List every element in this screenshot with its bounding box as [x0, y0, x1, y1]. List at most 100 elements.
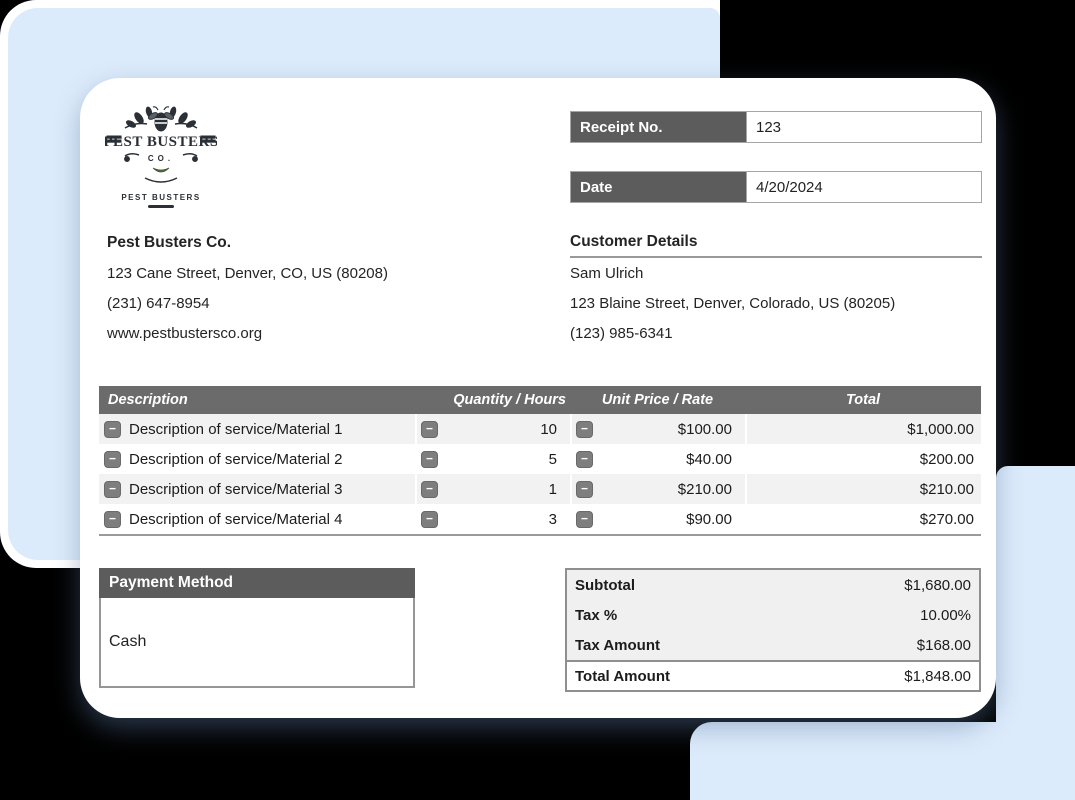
- logo-caption: PEST BUSTERS: [121, 193, 201, 202]
- unit-price-cell[interactable]: − $40.00: [570, 444, 745, 474]
- item-unit-price: $100.00: [677, 420, 732, 438]
- date-label: Date: [571, 172, 746, 202]
- minus-icon: −: [425, 421, 433, 436]
- column-header-description: Description: [108, 392, 188, 408]
- summary-row: Tax % 10.00%: [567, 600, 979, 630]
- table-row: − Description of service/Material 4 − 3 …: [99, 504, 981, 534]
- minus-icon: −: [580, 481, 588, 496]
- quantity-cell[interactable]: − 10: [415, 414, 570, 444]
- minus-icon: −: [580, 421, 588, 436]
- total-cell: $270.00: [745, 504, 981, 534]
- date-input[interactable]: 4/20/2024: [746, 172, 981, 202]
- line-items-body: − Description of service/Material 1 − 10…: [99, 414, 981, 536]
- remove-row-button[interactable]: −: [104, 510, 121, 528]
- description-cell[interactable]: − Description of service/Material 2: [99, 444, 415, 474]
- minus-icon: −: [425, 451, 433, 466]
- description-cell[interactable]: − Description of service/Material 4: [99, 504, 415, 534]
- quantity-cell[interactable]: − 5: [415, 444, 570, 474]
- item-total: $1,000.00: [907, 420, 974, 438]
- remove-price-button[interactable]: −: [576, 450, 593, 468]
- column-header-total: Total: [845, 392, 881, 408]
- summary-table: Subtotal $1,680.00 Tax % 10.00% Tax Amou…: [565, 568, 981, 692]
- description-cell[interactable]: − Description of service/Material 1: [99, 414, 415, 444]
- summary-value: $1,680.00: [904, 576, 971, 594]
- customer-name: Sam Ulrich: [570, 264, 644, 282]
- unit-price-cell[interactable]: − $210.00: [570, 474, 745, 504]
- summary-label: Tax Amount: [575, 636, 660, 654]
- remove-quantity-button[interactable]: −: [421, 510, 438, 528]
- customer-phone: (123) 985-6341: [570, 324, 673, 342]
- summary-label: Subtotal: [575, 576, 635, 594]
- minus-icon: −: [108, 481, 116, 496]
- remove-price-button[interactable]: −: [576, 510, 593, 528]
- logo-caption-rule: [148, 205, 174, 208]
- pest-busters-emblem-icon: PEST BUSTERS CO.: [103, 106, 218, 183]
- receipt-card: PEST BUSTERS CO. PEST BUSTERS Receipt No…: [80, 78, 996, 718]
- quantity-cell[interactable]: − 3: [415, 504, 570, 534]
- total-cell: $200.00: [745, 444, 981, 474]
- summary-label: Tax %: [575, 606, 618, 624]
- customer-address: 123 Blaine Street, Denver, Colorado, US …: [570, 294, 896, 312]
- minus-icon: −: [425, 481, 433, 496]
- company-details: Pest Busters Co. 123 Cane Street, Denver…: [107, 228, 527, 348]
- receipt-number-input[interactable]: 123: [746, 112, 981, 142]
- payment-method-section: Payment Method Cash: [99, 568, 415, 688]
- item-total: $270.00: [919, 510, 974, 528]
- unit-price-cell[interactable]: − $90.00: [570, 504, 745, 534]
- item-description: Description of service/Material 2: [129, 450, 343, 468]
- remove-price-button[interactable]: −: [576, 420, 593, 438]
- item-quantity: 3: [548, 510, 557, 528]
- minus-icon: −: [425, 511, 433, 526]
- item-quantity: 5: [548, 450, 557, 468]
- company-logo: PEST BUSTERS CO. PEST BUSTERS: [103, 106, 218, 208]
- table-row: − Description of service/Material 1 − 10…: [99, 414, 981, 444]
- item-description: Description of service/Material 4: [129, 510, 343, 528]
- minus-icon: −: [108, 451, 116, 466]
- payment-method-heading: Payment Method: [99, 568, 415, 598]
- receipt-number-row: Receipt No. 123: [570, 111, 982, 143]
- minus-icon: −: [108, 511, 116, 526]
- summary-label: Total Amount: [575, 667, 670, 685]
- item-unit-price: $90.00: [686, 510, 732, 528]
- company-name: Pest Busters Co.: [107, 234, 232, 251]
- column-header-unit-price: Unit Price / Rate: [601, 392, 714, 408]
- item-unit-price: $40.00: [686, 450, 732, 468]
- summary-value: 10.00%: [920, 606, 971, 624]
- remove-quantity-button[interactable]: −: [421, 480, 438, 498]
- remove-quantity-button[interactable]: −: [421, 450, 438, 468]
- company-website: www.pestbustersco.org: [107, 324, 263, 342]
- minus-icon: −: [108, 421, 116, 436]
- remove-quantity-button[interactable]: −: [421, 420, 438, 438]
- remove-row-button[interactable]: −: [104, 420, 121, 438]
- summary-row: Tax Amount $168.00: [567, 630, 979, 660]
- remove-row-button[interactable]: −: [104, 450, 121, 468]
- item-total: $210.00: [919, 480, 974, 498]
- table-row: − Description of service/Material 3 − 1 …: [99, 474, 981, 504]
- minus-icon: −: [580, 511, 588, 526]
- quantity-cell[interactable]: − 1: [415, 474, 570, 504]
- svg-text:PEST BUSTERS: PEST BUSTERS: [105, 134, 217, 150]
- summary-row: Subtotal $1,680.00: [567, 570, 979, 600]
- leaf-icon: [152, 167, 170, 173]
- minus-icon: −: [580, 451, 588, 466]
- blue-accent-bottom: [690, 722, 1075, 800]
- description-cell[interactable]: − Description of service/Material 3: [99, 474, 415, 504]
- item-quantity: 10: [540, 420, 557, 438]
- date-row: Date 4/20/2024: [570, 171, 982, 203]
- unit-price-cell[interactable]: − $100.00: [570, 414, 745, 444]
- remove-row-button[interactable]: −: [104, 480, 121, 498]
- item-description: Description of service/Material 3: [129, 480, 343, 498]
- item-total: $200.00: [919, 450, 974, 468]
- total-cell: $1,000.00: [745, 414, 981, 444]
- summary-value: $168.00: [916, 636, 971, 654]
- page-background: PEST BUSTERS CO. PEST BUSTERS Receipt No…: [0, 0, 1075, 800]
- line-items-header: Description Quantity / Hours Unit Price …: [99, 386, 981, 414]
- company-address: 123 Cane Street, Denver, CO, US (80208): [107, 264, 388, 282]
- remove-price-button[interactable]: −: [576, 480, 593, 498]
- receipt-number-label: Receipt No.: [571, 112, 746, 142]
- customer-details: Customer Details Sam Ulrich 123 Blaine S…: [570, 228, 982, 348]
- summary-row: Total Amount $1,848.00: [567, 660, 979, 690]
- item-quantity: 1: [548, 480, 557, 498]
- payment-method-input[interactable]: Cash: [99, 598, 415, 688]
- line-items-table: Description Quantity / Hours Unit Price …: [99, 386, 981, 536]
